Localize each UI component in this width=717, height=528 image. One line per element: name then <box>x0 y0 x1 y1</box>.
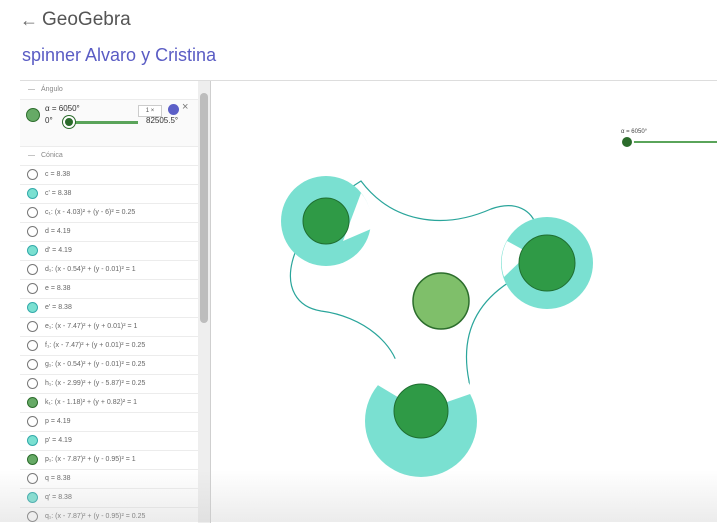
algebra-row[interactable]: d' = 4.19 <box>20 242 210 261</box>
bottom-shadow <box>0 470 717 522</box>
close-icon[interactable]: × <box>182 101 188 113</box>
algebra-row[interactable]: p₁: (x - 7.87)² + (y - 0.95)² = 1 <box>20 451 210 470</box>
slider-name[interactable]: α = 6050° <box>45 104 80 113</box>
visibility-toggle[interactable] <box>27 359 38 370</box>
algebra-row[interactable]: c₁: (x - 4.03)² + (y - 6)² = 0.25 <box>20 204 210 223</box>
row-text[interactable]: f₁: (x - 7.47)² + (y + 0.01)² = 0.25 <box>45 337 145 355</box>
visibility-toggle[interactable] <box>27 340 38 351</box>
row-text[interactable]: e' = 8.38 <box>45 299 72 317</box>
visibility-toggle[interactable] <box>27 321 38 332</box>
algebra-scrollbar[interactable] <box>198 81 210 523</box>
row-text[interactable]: d₁: (x - 0.54)² + (y - 0.01)² = 1 <box>45 261 136 279</box>
row-text[interactable]: g₁: (x - 0.54)² + (y - 0.01)² = 0.25 <box>45 356 145 374</box>
visibility-toggle[interactable] <box>27 188 38 199</box>
row-text[interactable]: e = 8.38 <box>45 280 71 298</box>
algebra-row[interactable]: e' = 8.38 <box>20 299 210 318</box>
visibility-toggle[interactable] <box>27 435 38 446</box>
visibility-toggle[interactable] <box>27 302 38 313</box>
slider-handle[interactable] <box>63 116 75 128</box>
visibility-toggle[interactable] <box>26 108 40 122</box>
slider-max: 82505.5° <box>146 116 179 125</box>
scrollbar-thumb[interactable] <box>200 93 208 323</box>
visibility-toggle[interactable] <box>27 416 38 427</box>
top-bar: ← GeoGebra <box>0 0 717 44</box>
row-text[interactable]: e₁: (x - 7.47)² + (y + 0.01)² = 1 <box>45 318 137 336</box>
visibility-toggle[interactable] <box>27 454 38 465</box>
group-label: Cónica <box>41 152 63 159</box>
arm-inner-circle-2 <box>518 234 576 292</box>
arm-inner-circle-3 <box>393 383 449 439</box>
slider-min: 0° <box>45 116 53 125</box>
row-text[interactable]: p₁: (x - 7.87)² + (y - 0.95)² = 1 <box>45 451 136 469</box>
visibility-toggle[interactable] <box>27 378 38 389</box>
geogebra-app: — Ángulo α = 6050° 0° 1 × × 82505.5° — Cón… <box>20 80 717 523</box>
algebra-row[interactable]: f₁: (x - 7.47)² + (y + 0.01)² = 0.25 <box>20 337 210 356</box>
algebra-row[interactable]: c' = 8.38 <box>20 185 210 204</box>
row-text[interactable]: c₁: (x - 4.03)² + (y - 6)² = 0.25 <box>45 204 135 222</box>
row-text[interactable]: d = 4.19 <box>45 223 71 241</box>
visibility-toggle[interactable] <box>27 207 38 218</box>
algebra-row[interactable]: c = 8.38 <box>20 166 210 185</box>
visibility-toggle[interactable] <box>27 264 38 275</box>
graphics-canvas[interactable]: α = 6050° <box>211 81 717 523</box>
pause-icon[interactable] <box>168 104 179 115</box>
slider-item-alpha[interactable]: α = 6050° 0° 1 × × 82505.5° <box>20 100 210 147</box>
visibility-toggle[interactable] <box>27 169 38 180</box>
algebra-row[interactable]: d₁: (x - 0.54)² + (y - 0.01)² = 1 <box>20 261 210 280</box>
row-text[interactable]: h₁: (x - 2.99)² + (y - 5.87)² = 0.25 <box>45 375 145 393</box>
row-text[interactable]: c' = 8.38 <box>45 185 71 203</box>
group-header-conic[interactable]: — Cónica <box>20 147 210 166</box>
algebra-row[interactable]: g₁: (x - 0.54)² + (y - 0.01)² = 0.25 <box>20 356 210 375</box>
row-text[interactable]: p = 4.19 <box>45 413 71 431</box>
algebra-row[interactable]: p' = 4.19 <box>20 432 210 451</box>
group-header-angle[interactable]: — Ángulo <box>20 81 210 100</box>
visibility-toggle[interactable] <box>27 226 38 237</box>
page-title: spinner Alvaro y Cristina <box>22 45 217 65</box>
row-text[interactable]: d' = 4.19 <box>45 242 72 260</box>
collapse-triangle-icon[interactable]: — <box>28 152 35 159</box>
canvas-slider-label[interactable]: α = 6050° <box>621 129 648 135</box>
algebra-row[interactable]: d = 4.19 <box>20 223 210 242</box>
algebra-row[interactable]: k₁: (x - 1.18)² + (y + 0.82)² = 1 <box>20 394 210 413</box>
collapse-triangle-icon[interactable]: — <box>28 86 35 93</box>
group-label: Ángulo <box>41 86 63 93</box>
graphics-view[interactable]: α = 6050° <box>211 81 717 523</box>
algebra-row[interactable]: h₁: (x - 2.99)² + (y - 5.87)² = 0.25 <box>20 375 210 394</box>
visibility-toggle[interactable] <box>27 283 38 294</box>
row-text[interactable]: p' = 4.19 <box>45 432 72 450</box>
algebra-row[interactable]: e₁: (x - 7.47)² + (y + 0.01)² = 1 <box>20 318 210 337</box>
algebra-view: — Ángulo α = 6050° 0° 1 × × 82505.5° — Cón… <box>20 81 211 523</box>
algebra-row[interactable]: p = 4.19 <box>20 413 210 432</box>
visibility-toggle[interactable] <box>27 245 38 256</box>
center-circle <box>412 272 470 330</box>
geogebra-brand[interactable]: GeoGebra <box>42 9 131 31</box>
row-text[interactable]: c = 8.38 <box>45 166 70 184</box>
canvas-slider-handle[interactable] <box>620 135 634 149</box>
arrow-left-icon[interactable]: ← <box>20 10 38 31</box>
visibility-toggle[interactable] <box>27 397 38 408</box>
algebra-row[interactable]: e = 8.38 <box>20 280 210 299</box>
row-text[interactable]: k₁: (x - 1.18)² + (y + 0.82)² = 1 <box>45 394 137 412</box>
slider-track[interactable] <box>68 121 138 124</box>
arm-inner-circle-1 <box>302 197 350 245</box>
